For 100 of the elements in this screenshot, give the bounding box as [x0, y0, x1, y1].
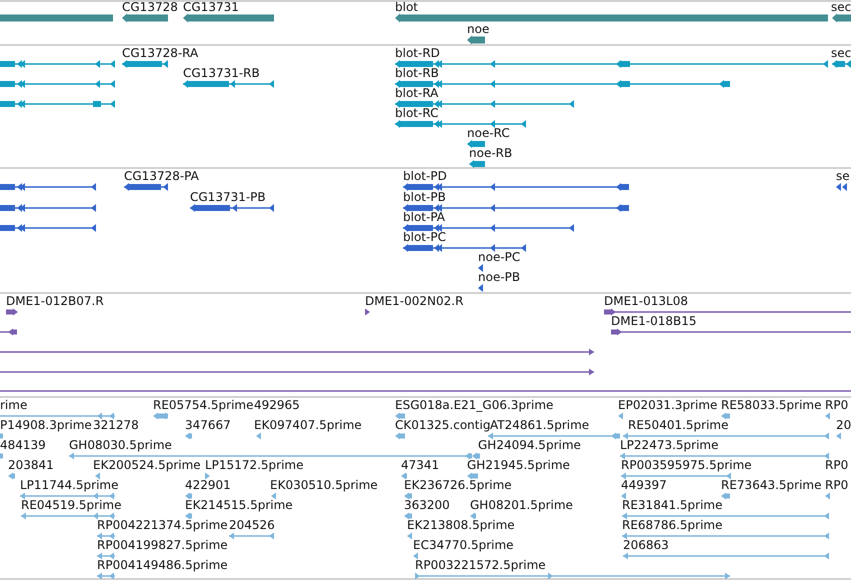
feature-label: EC34770.5prime: [413, 538, 514, 552]
feature-label: EK236726.5prime: [404, 478, 512, 492]
est-glyph: [271, 492, 276, 500]
est-glyph: [205, 472, 210, 480]
feature-label: 492965: [254, 398, 300, 412]
clone-glyph: [0, 328, 17, 336]
feature-label: 484139: [0, 438, 46, 452]
feature-label: noe: [467, 22, 490, 36]
est-glyph: [97, 572, 115, 580]
feature-label: 321278: [93, 418, 139, 432]
est-glyph: [256, 432, 261, 440]
transcript-glyph: [122, 60, 168, 68]
feature-label: EK030510.5prime: [270, 478, 378, 492]
feature-label: DME1-018B15: [611, 314, 697, 328]
feature-label: RE50401.5prime: [628, 418, 728, 432]
feature-label: 206863: [623, 538, 669, 552]
feature-label: CG13728-RA: [122, 46, 198, 60]
est-glyph: [721, 492, 730, 500]
feature-label: 47341: [401, 458, 440, 472]
transcript-glyph: [832, 60, 851, 68]
feature-label: EP02031.3prime: [618, 398, 718, 412]
gene-glyph: [122, 14, 168, 22]
protein-glyph: [478, 264, 483, 272]
est-glyph: [8, 472, 15, 480]
feature-label: AT24861.5prime: [490, 418, 590, 432]
feature-label: blot-RB: [395, 66, 439, 80]
feature-label: RE58033.5prime: [721, 398, 822, 412]
feature-label: ESG018a.E21_G06.3prime: [395, 398, 554, 412]
feature-label: EK097407.5prime: [254, 418, 362, 432]
est-glyph: [95, 472, 100, 480]
est-glyph: [0, 434, 3, 438]
feature-label: GH24094.5prime: [478, 438, 581, 452]
feature-label: EK200524.5prime: [93, 458, 201, 472]
feature-label: CG13731: [183, 0, 239, 14]
est-glyph: [97, 532, 115, 540]
feature-label: RE73643.5prime: [721, 478, 822, 492]
feature-label: LP22473.5prime: [620, 438, 719, 452]
feature-label: 422901: [185, 478, 231, 492]
feature-label: CG13731-PB: [190, 190, 266, 204]
feature-label: noe-RC: [467, 126, 510, 140]
feature-label: 347667: [185, 418, 231, 432]
feature-label: RP004199827.5prime: [97, 538, 228, 552]
protein-glyph: [124, 183, 168, 191]
est-glyph: [825, 412, 830, 420]
est-glyph: [467, 472, 478, 480]
feature-label: EK214515.5prime: [185, 498, 293, 512]
feature-label: CG13731-RB: [183, 66, 260, 80]
est-glyph: [185, 492, 192, 500]
feature-label: 204526: [229, 518, 275, 532]
feature-label: sec: [831, 46, 851, 60]
est-glyph: [404, 492, 412, 500]
feature-label: DME1-013L08: [604, 294, 688, 308]
feature-label: blot-PA: [403, 210, 446, 224]
feature-label: GH08030.5prime: [69, 438, 172, 452]
feature-label: RP003595975.5prime: [621, 458, 752, 472]
feature-label: blot-PD: [403, 169, 447, 183]
est-glyph: [97, 552, 115, 560]
feature-label: RE04519.5prime: [21, 498, 122, 512]
est-glyph: [185, 432, 192, 440]
feature-label: blot-RD: [395, 46, 440, 60]
est-glyph: [185, 512, 192, 520]
est-glyph: [401, 472, 407, 480]
protein-glyph: [836, 183, 847, 191]
est-glyph: [470, 512, 476, 520]
feature-label: RP003221572.5prime: [415, 558, 546, 572]
est-glyph: [0, 454, 3, 458]
feature-label: RE68786.5prime: [622, 518, 722, 532]
feature-label: RP004149486.5prime: [97, 558, 228, 572]
feature-label: noe-PB: [478, 270, 520, 284]
feature-label: 449397: [621, 478, 667, 492]
est-glyph: [153, 412, 168, 420]
feature-label: blot-RA: [395, 86, 438, 100]
protein-glyph: [478, 284, 483, 292]
est-glyph: [395, 432, 405, 440]
est-glyph: [836, 432, 841, 440]
clone-glyph: [365, 308, 370, 316]
transcript-glyph: [467, 140, 485, 148]
feature-label: LP15172.5prime: [205, 458, 304, 472]
feature-label: DME1-012B07.R: [6, 294, 104, 308]
est-glyph: [413, 552, 418, 560]
feature-label: noe-RB: [469, 146, 512, 160]
feature-label: blot-PC: [403, 230, 446, 244]
clone-glyph: [6, 308, 18, 316]
feature-label: CG13728: [122, 0, 178, 14]
feature-label: DME1-002N02.R: [365, 294, 464, 308]
gene-glyph: [832, 14, 851, 22]
feature-label: 363200: [404, 498, 450, 512]
feature-label: GH08201.5prime: [470, 498, 573, 512]
est-glyph: [721, 412, 730, 420]
feature-label: RP0: [825, 398, 848, 412]
feature-label: 20: [836, 418, 851, 432]
feature-label: blot: [395, 0, 418, 14]
feature-label: blot-RC: [395, 106, 438, 120]
est-glyph: [229, 532, 274, 540]
feature-label: RP004221374.5prime: [97, 518, 228, 532]
feature-label: RE31841.5prime: [622, 498, 722, 512]
gene-glyph: [467, 36, 485, 44]
feature-label: noe-PC: [478, 250, 520, 264]
feature-label: RP0: [825, 458, 848, 472]
feature-label: sec: [831, 0, 851, 14]
